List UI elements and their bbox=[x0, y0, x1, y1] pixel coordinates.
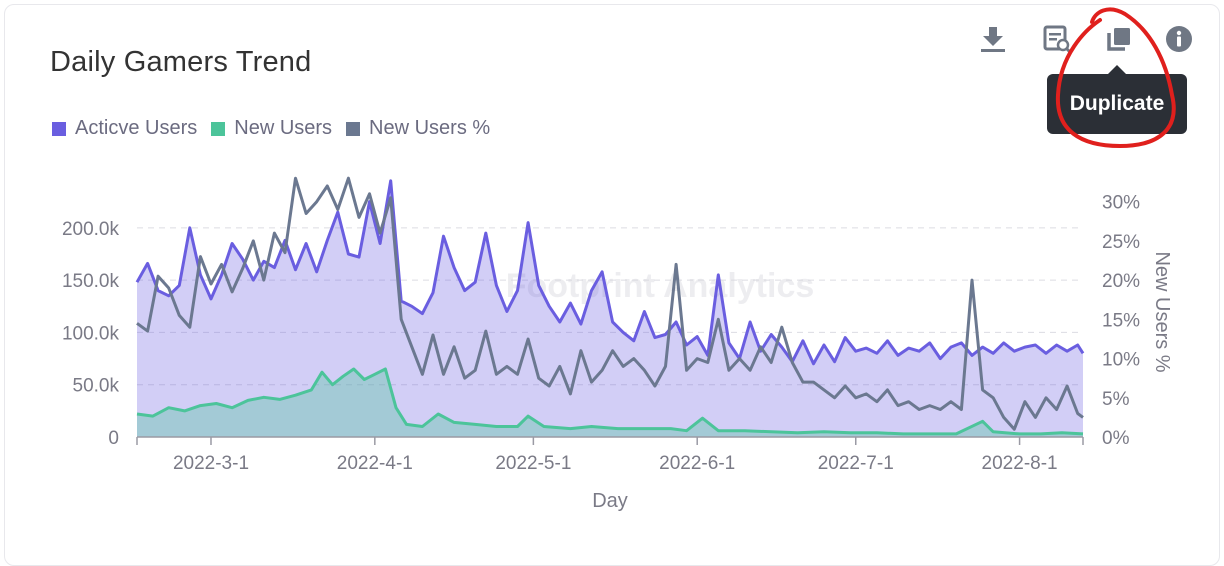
y2-tick-label: 5% bbox=[1102, 389, 1130, 410]
y2-tick-label: 20% bbox=[1102, 271, 1140, 292]
y-tick-label: 150.0k bbox=[62, 271, 120, 292]
y2-tick-label: 10% bbox=[1102, 350, 1140, 371]
y-tick-label: 0 bbox=[108, 428, 119, 449]
y-tick-label: 100.0k bbox=[62, 323, 120, 344]
y-tick-label: 50.0k bbox=[73, 376, 120, 397]
y-tick-label: 200.0k bbox=[62, 219, 120, 240]
x-tick-label: 2022-3-1 bbox=[173, 453, 249, 474]
x-tick-label: 2022-7-1 bbox=[818, 453, 894, 474]
x-tick-label: 2022-8-1 bbox=[982, 453, 1058, 474]
x-tick-label: 2022-5-1 bbox=[495, 453, 571, 474]
y2-tick-label: 25% bbox=[1102, 232, 1140, 253]
y2-axis-title: New Users % bbox=[1151, 251, 1173, 372]
x-tick-label: 2022-6-1 bbox=[659, 453, 735, 474]
x-tick-label: 2022-4-1 bbox=[337, 453, 413, 474]
x-axis-title: Day bbox=[592, 490, 628, 512]
annotation-circle bbox=[1055, 7, 1176, 149]
chart-svg: 0 50.0k 100.0k 150.0k 200.0k 0% 5% 10% 15% 20% 25%… bbox=[62, 7, 1176, 512]
y2-tick-label: 30% bbox=[1102, 193, 1140, 214]
y2-tick-label: 0% bbox=[1102, 428, 1130, 449]
y2-tick-label: 15% bbox=[1102, 310, 1140, 331]
watermark-text: Footprint Analytics bbox=[506, 267, 815, 305]
